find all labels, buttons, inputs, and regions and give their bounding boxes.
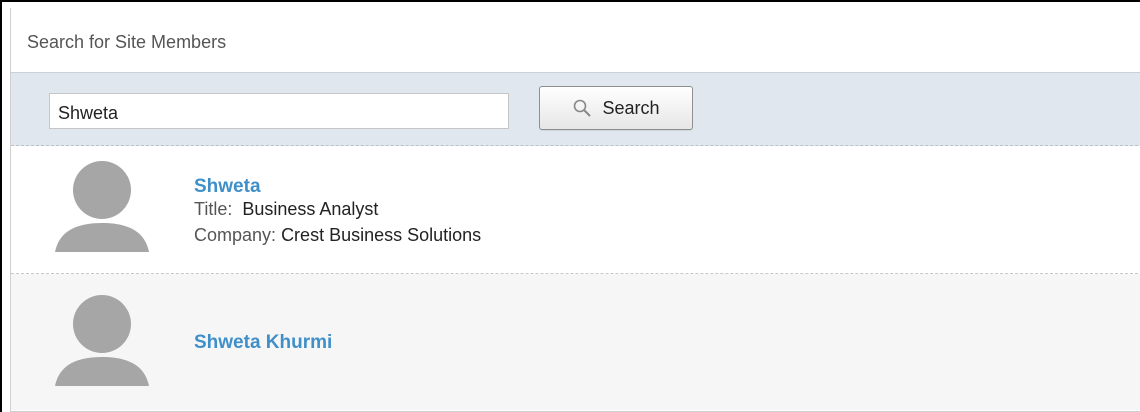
title-value: Business Analyst <box>242 199 379 219</box>
list-item: Shweta Title: Business Analyst Company: … <box>11 146 1140 274</box>
title-label: Title: <box>194 199 233 219</box>
avatar[interactable] <box>55 294 149 386</box>
member-name-link[interactable]: Shweta Khurmi <box>194 332 332 354</box>
search-button[interactable]: Search <box>539 86 693 130</box>
magnifier-icon <box>574 99 591 117</box>
search-button-label: Search <box>602 97 660 118</box>
search-bar: Search <box>11 72 1140 146</box>
member-title: Title: Business Analyst <box>194 199 378 220</box>
company-value: Crest Business Solutions <box>281 225 482 245</box>
search-members-panel: Search for Site Members Search Shweta Ti… <box>10 8 1140 412</box>
member-company: Company: Crest Business Solutions <box>194 225 481 246</box>
list-item: Shweta Khurmi <box>11 274 1140 410</box>
avatar[interactable] <box>55 160 149 252</box>
search-input[interactable] <box>49 93 509 129</box>
member-name-link[interactable]: Shweta <box>194 176 261 198</box>
company-label: Company: <box>194 225 277 245</box>
window-frame: Search for Site Members Search Shweta Ti… <box>0 0 1140 412</box>
panel-title: Search for Site Members <box>27 32 227 52</box>
